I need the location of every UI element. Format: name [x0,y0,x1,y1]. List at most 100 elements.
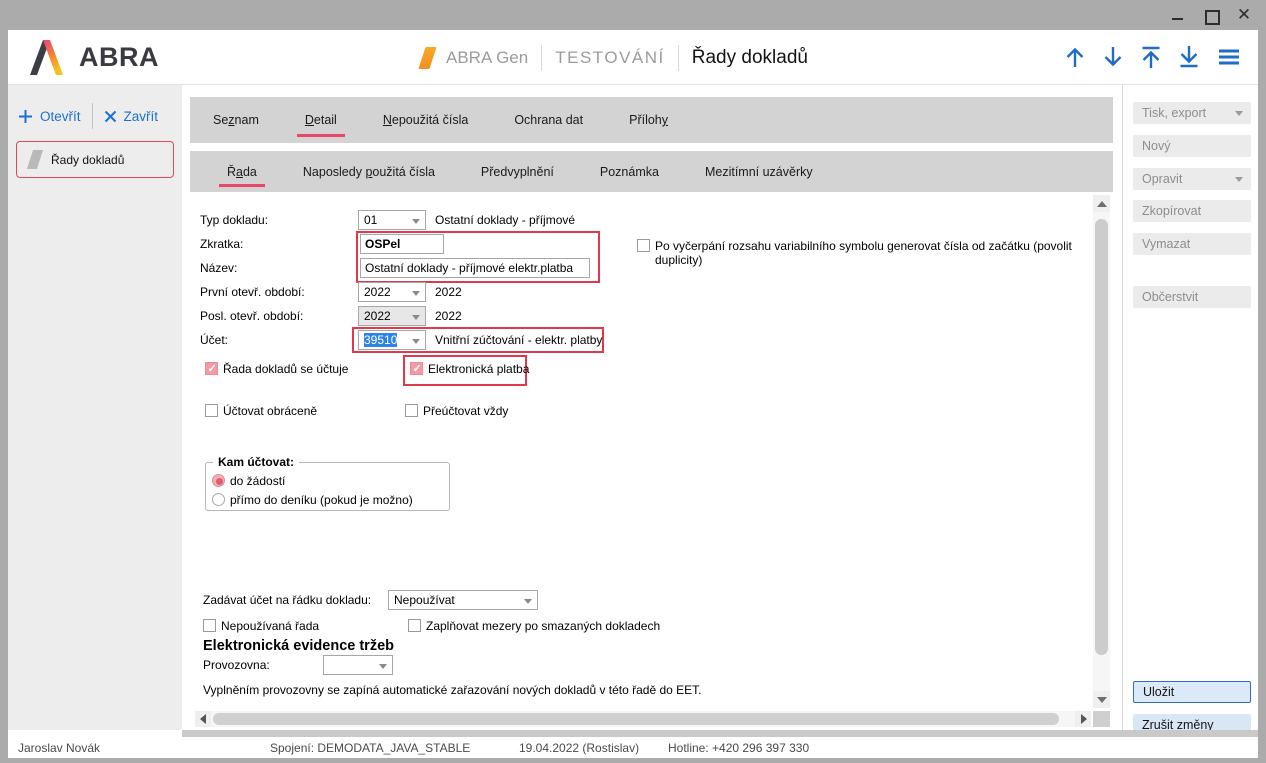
elektronicka-platba-label: Elektronická platba [428,362,529,376]
tab-ochrana-dat[interactable]: Ochrana dat [514,113,583,127]
ucet-label: Účet: [200,330,228,350]
do-zadosti-radio[interactable] [212,474,225,487]
primo-do-deniku-label: přímo do deníku (pokud je možno) [230,493,413,507]
preuctovat-vzdy-checkbox[interactable] [405,404,418,417]
nav-last-icon[interactable] [1178,44,1200,70]
subtab-naposledy-pouzita-cisla[interactable]: Naposledy použitá čísla [303,165,435,179]
primo-do-deniku-radio[interactable] [212,493,225,506]
ucet-description: Vnitřní zúčtování - elektr. platby [435,330,602,350]
horizontal-scrollbar-thumb[interactable] [213,713,1059,725]
kam-uctovat-legend: Kam účtovat: [213,455,299,469]
delete-button[interactable]: Vymazat [1133,233,1251,255]
subtab-rada[interactable]: Řada [227,165,257,179]
divider [92,103,93,129]
dropdown-arrow-icon [1235,177,1243,182]
scroll-left-icon[interactable] [195,711,211,727]
zaplnovat-mezery-label: Zaplňovat mezery po smazaných dokladech [426,619,660,633]
open-button-label: Otevřít [40,109,81,124]
nepouzivana-rada-checkbox[interactable] [203,619,216,632]
maximize-icon[interactable] [1203,7,1219,23]
dropdown-arrow-icon [524,599,532,604]
bottom-strip [182,730,1258,737]
subtab-poznamka[interactable]: Poznámka [600,165,659,179]
rada-se-uctuje-checkbox[interactable] [205,362,218,375]
refresh-button[interactable]: Občerstvit [1133,286,1251,308]
provozovna-combo[interactable] [323,655,393,675]
status-bar: Jaroslav Novák Spojení: DEMODATA_JAVA_ST… [8,737,1258,758]
elektronicka-platba-checkbox[interactable] [410,362,423,375]
app-window: ABRA ABRA Gen TESTOVÁNÍ Řady dokladů [8,30,1258,758]
window-titlebar: ✕ [0,0,1266,30]
prvni-obdobi-label: První otevř. období: [200,282,305,302]
brand-slash-icon [418,47,436,69]
scroll-up-icon[interactable] [1093,195,1110,212]
scroll-right-icon[interactable] [1075,711,1091,727]
tab-prilohy[interactable]: Přílohy [629,113,668,127]
abra-logo: ABRA [30,40,159,75]
close-icon[interactable]: ✕ [1236,7,1252,23]
typ-dokladu-combo[interactable]: 01 [358,210,426,230]
main-tabbar: Seznam Detail Nepoužitá čísla Ochrana da… [190,97,1113,143]
preuctovat-vzdy-label: Přeúčtovat vždy [423,404,508,418]
status-user: Jaroslav Novák [18,740,100,756]
vertical-scrollbar-thumb[interactable] [1095,219,1108,655]
save-button[interactable]: Uložit [1133,681,1251,703]
zkratka-label: Zkratka: [200,234,243,254]
subtab-mezitimni-uzaverky[interactable]: Mezitímní uzávěrky [705,165,813,179]
logo-text: ABRA [79,42,159,73]
zadavat-ucet-combo[interactable]: Nepoužívat [388,590,538,610]
right-panel: Tisk, export Nový Opravit Zkopírovat Vym… [1122,85,1258,730]
zadavat-ucet-label: Zadávat účet na řádku dokladu: [203,590,371,610]
rada-se-uctuje-label: Řada dokladů se účtuje [223,362,348,376]
subtab-predvyplneni[interactable]: Předvyplnění [481,165,554,179]
eet-note: Vyplněním provozovny se zapíná automatic… [203,680,702,700]
status-date: 19.04.2022 (Rostislav) [519,740,639,756]
app-name: ABRA Gen [446,48,528,68]
typ-dokladu-label: Typ dokladu: [200,210,268,230]
breadcrumb-separator [541,45,542,71]
nazev-input[interactable] [360,258,590,278]
page-title: Řady dokladů [692,47,808,69]
tab-nepouzita-cisla[interactable]: Nepoužitá čísla [383,113,468,127]
zkratka-input[interactable] [360,234,444,254]
generovat-od-zacatku-label: Po vyčerpání rozsahu variabilního symbol… [655,239,1113,253]
sidebar-item-rady-dokladu[interactable]: Řady dokladů [16,141,174,178]
nav-first-icon[interactable] [1140,44,1162,70]
open-button[interactable]: Otevřít [18,109,81,124]
typ-dokladu-description: Ostatní doklady - příjmové [435,210,575,230]
close-x-icon [104,110,117,123]
uctovat-obracene-checkbox[interactable] [205,404,218,417]
uctovat-obracene-label: Účtovat obráceně [223,404,317,418]
environment-label: TESTOVÁNÍ [555,48,665,68]
breadcrumb-separator [678,45,679,71]
scroll-down-icon[interactable] [1093,691,1110,708]
posl-obdobi-combo[interactable]: 2022 [358,306,426,326]
ucet-combo[interactable]: 39510 [358,330,426,350]
status-connection: Spojení: DEMODATA_JAVA_STABLE [270,740,470,756]
minimize-icon[interactable] [1170,7,1186,23]
new-button[interactable]: Nový [1133,135,1251,157]
copy-button[interactable]: Zkopírovat [1133,200,1251,222]
plus-icon [18,109,33,124]
provozovna-label: Provozovna: [203,655,270,675]
dropdown-arrow-icon [412,291,420,296]
tab-detail[interactable]: Detail [305,113,337,127]
dropdown-arrow-icon [412,219,420,224]
dropdown-arrow-icon [379,664,387,669]
edit-button[interactable]: Opravit [1133,168,1251,190]
horizontal-scrollbar [195,711,1091,727]
breadcrumb: ABRA Gen TESTOVÁNÍ Řady dokladů [422,30,808,85]
left-sidebar: Otevřít Zavřít Řady dokladů [8,85,182,730]
nazev-label: Název: [200,258,237,278]
close-tab-button[interactable]: Zavřít [104,109,159,124]
print-export-button[interactable]: Tisk, export [1133,102,1251,124]
menu-icon[interactable] [1216,44,1242,70]
prvni-obdobi-combo[interactable]: 2022 [358,282,426,302]
zaplnovat-mezery-checkbox[interactable] [408,619,421,632]
vertical-scrollbar [1093,195,1110,708]
nav-up-icon[interactable] [1064,44,1086,70]
nav-down-icon[interactable] [1102,44,1124,70]
eet-heading: Elektronická evidence tržeb [203,638,394,654]
generovat-od-zacatku-checkbox[interactable] [637,239,650,252]
tab-seznam[interactable]: Seznam [213,113,259,127]
